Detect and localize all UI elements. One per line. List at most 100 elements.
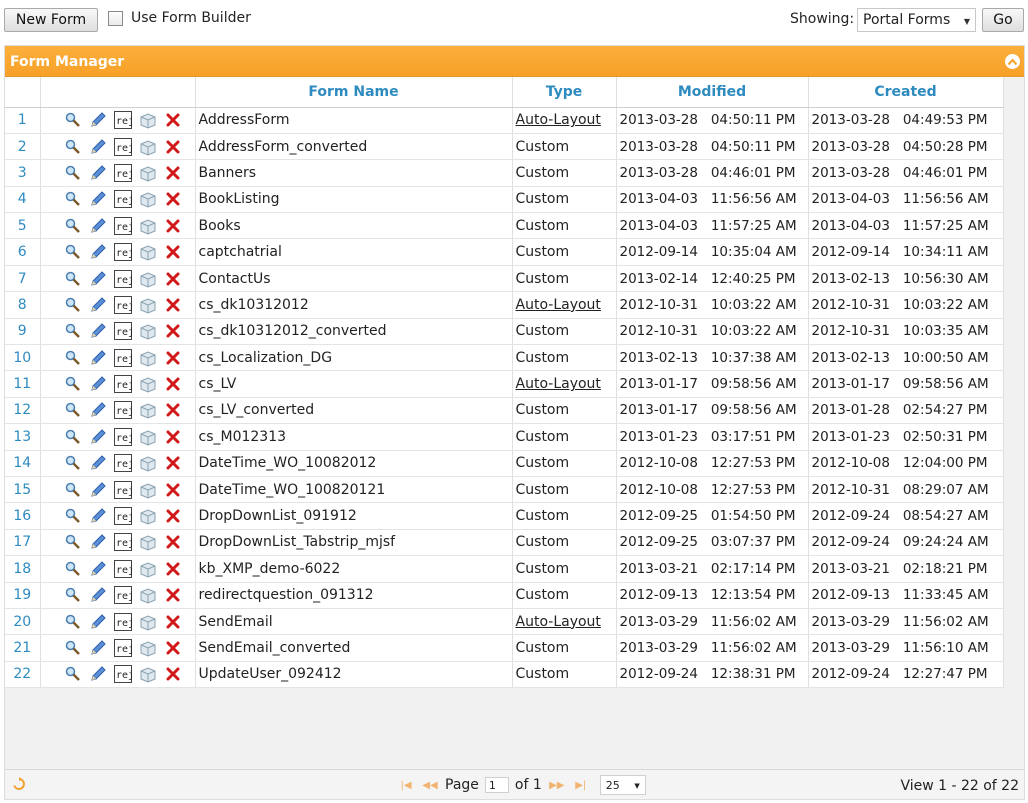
collapse-icon[interactable] <box>1005 54 1020 69</box>
box-icon[interactable] <box>139 296 157 314</box>
box-icon[interactable] <box>139 270 157 288</box>
delete-x-icon[interactable] <box>164 507 182 525</box>
table-row[interactable]: 7 rej ContactUsCustom 2013-02-14 12:40:25 P… <box>5 265 1004 293</box>
rej-icon[interactable]: rej <box>113 507 132 526</box>
rej-icon[interactable]: rej <box>113 639 132 657</box>
delete-x-icon[interactable] <box>164 138 182 156</box>
last-page-icon[interactable]: ▶| <box>572 780 590 791</box>
box-icon[interactable] <box>139 454 157 472</box>
rej-icon[interactable]: rej <box>113 401 132 420</box>
table-row[interactable]: 22 rej UpdateUser_092412Custom 2012-09-24 1… <box>5 661 1004 689</box>
search-icon[interactable] <box>64 428 82 446</box>
search-icon[interactable] <box>64 613 82 631</box>
edit-pencil-icon[interactable] <box>89 613 107 631</box>
delete-x-icon[interactable] <box>164 164 182 182</box>
delete-x-icon[interactable] <box>164 613 182 631</box>
rej-icon[interactable]: rej <box>113 612 132 631</box>
search-icon[interactable] <box>64 243 82 261</box>
box-icon[interactable] <box>139 401 157 420</box>
rej-icon[interactable]: rej <box>113 111 132 130</box>
row-number[interactable]: 17 <box>5 529 41 557</box>
edit-pencil-icon[interactable] <box>89 454 107 472</box>
edit-pencil-icon[interactable] <box>89 270 107 288</box>
box-icon[interactable] <box>139 190 157 208</box>
delete-x-icon[interactable] <box>164 560 182 578</box>
table-row[interactable]: 2 rej AddressForm_convertedCustom 2013-03-2… <box>5 133 1004 161</box>
table-row[interactable]: 9 rej cs_dk10312012_convertedCustom 2012-10… <box>5 318 1004 346</box>
edit-pencil-icon[interactable] <box>89 349 107 367</box>
rej-icon[interactable]: rej <box>113 375 132 394</box>
row-number[interactable]: 2 <box>5 133 41 161</box>
edit-pencil-icon[interactable] <box>89 560 107 578</box>
edit-pencil-icon[interactable] <box>89 507 107 525</box>
rej-icon[interactable]: rej <box>113 137 132 156</box>
table-row[interactable]: 4 rej BookListingCustom 2013-04-03 11:56:56… <box>5 186 1004 214</box>
delete-x-icon[interactable] <box>164 243 182 261</box>
row-number[interactable]: 1 <box>5 107 41 134</box>
row-number[interactable]: 15 <box>5 476 41 504</box>
box-icon[interactable] <box>139 243 157 261</box>
use-form-builder-option[interactable]: Use Form Builder <box>108 10 251 26</box>
box-icon[interactable] <box>139 665 157 683</box>
row-number[interactable]: 8 <box>5 291 41 319</box>
delete-x-icon[interactable] <box>164 454 182 472</box>
rej-icon[interactable]: rej <box>113 295 132 314</box>
delete-x-icon[interactable] <box>164 533 182 551</box>
box-icon[interactable] <box>139 560 157 578</box>
edit-pencil-icon[interactable] <box>89 138 107 156</box>
table-row[interactable]: 6 rej captchatrialCustom 2012-09-14 10:35:0… <box>5 238 1004 266</box>
search-icon[interactable] <box>64 639 82 657</box>
rej-icon[interactable]: rej <box>113 586 132 605</box>
column-header-type[interactable]: Type <box>512 77 617 108</box>
row-number[interactable]: 22 <box>5 661 41 689</box>
edit-pencil-icon[interactable] <box>89 322 107 340</box>
delete-x-icon[interactable] <box>164 270 182 288</box>
rows-per-page-select[interactable]: 25 ▼ <box>599 775 646 795</box>
row-number[interactable]: 18 <box>5 555 41 583</box>
table-row[interactable]: 11 rej cs_LVAuto-Layout 2013-01-17 09:58:56… <box>5 370 1004 398</box>
type-link[interactable]: Auto-Layout <box>516 297 601 313</box>
showing-select[interactable]: Portal Forms ▼ <box>857 8 976 32</box>
edit-pencil-icon[interactable] <box>89 639 107 657</box>
row-number[interactable]: 14 <box>5 450 41 477</box>
row-number[interactable]: 10 <box>5 344 41 372</box>
box-icon[interactable] <box>139 428 157 446</box>
search-icon[interactable] <box>64 322 82 340</box>
box-icon[interactable] <box>139 111 157 129</box>
search-icon[interactable] <box>64 138 82 156</box>
box-icon[interactable] <box>139 322 157 340</box>
search-icon[interactable] <box>64 454 82 472</box>
edit-pencil-icon[interactable] <box>89 375 107 393</box>
table-row[interactable]: 1 rej AddressFormAuto-Layout 2013-03-28 04:… <box>5 107 1004 134</box>
row-number[interactable]: 21 <box>5 634 41 662</box>
rej-icon[interactable]: rej <box>113 533 132 552</box>
edit-pencil-icon[interactable] <box>89 533 107 551</box>
delete-x-icon[interactable] <box>164 296 182 314</box>
column-header-form-name[interactable]: Form Name <box>195 77 513 108</box>
table-row[interactable]: 3rejBannersCustom2013-03-28 04:46:01 PM2… <box>5 159 1004 187</box>
row-number[interactable]: 11 <box>5 370 41 398</box>
delete-x-icon[interactable] <box>164 322 182 340</box>
rej-icon[interactable]: rej <box>113 665 132 684</box>
rej-icon[interactable]: rej <box>113 559 132 578</box>
box-icon[interactable] <box>139 613 157 631</box>
row-number[interactable]: 7 <box>5 265 41 293</box>
edit-pencil-icon[interactable] <box>89 401 107 419</box>
next-page-icon[interactable]: ▶▶ <box>548 780 566 791</box>
edit-pencil-icon[interactable] <box>89 164 107 182</box>
search-icon[interactable] <box>64 296 82 314</box>
box-icon[interactable] <box>139 217 157 235</box>
search-icon[interactable] <box>64 560 82 578</box>
use-form-builder-checkbox[interactable] <box>108 10 123 26</box>
rej-icon[interactable]: rej <box>113 216 132 235</box>
search-icon[interactable] <box>64 533 82 551</box>
rej-icon[interactable]: rej <box>113 348 132 367</box>
delete-x-icon[interactable] <box>164 401 182 419</box>
table-row[interactable]: 13 rej cs_M012313Custom 2013-01-23 03:17:51… <box>5 423 1004 451</box>
search-icon[interactable] <box>64 481 82 499</box>
box-icon[interactable] <box>139 533 157 551</box>
edit-pencil-icon[interactable] <box>89 428 107 446</box>
row-number[interactable]: 20 <box>5 608 41 636</box>
row-number[interactable]: 5 <box>5 212 41 240</box>
delete-x-icon[interactable] <box>164 349 182 367</box>
